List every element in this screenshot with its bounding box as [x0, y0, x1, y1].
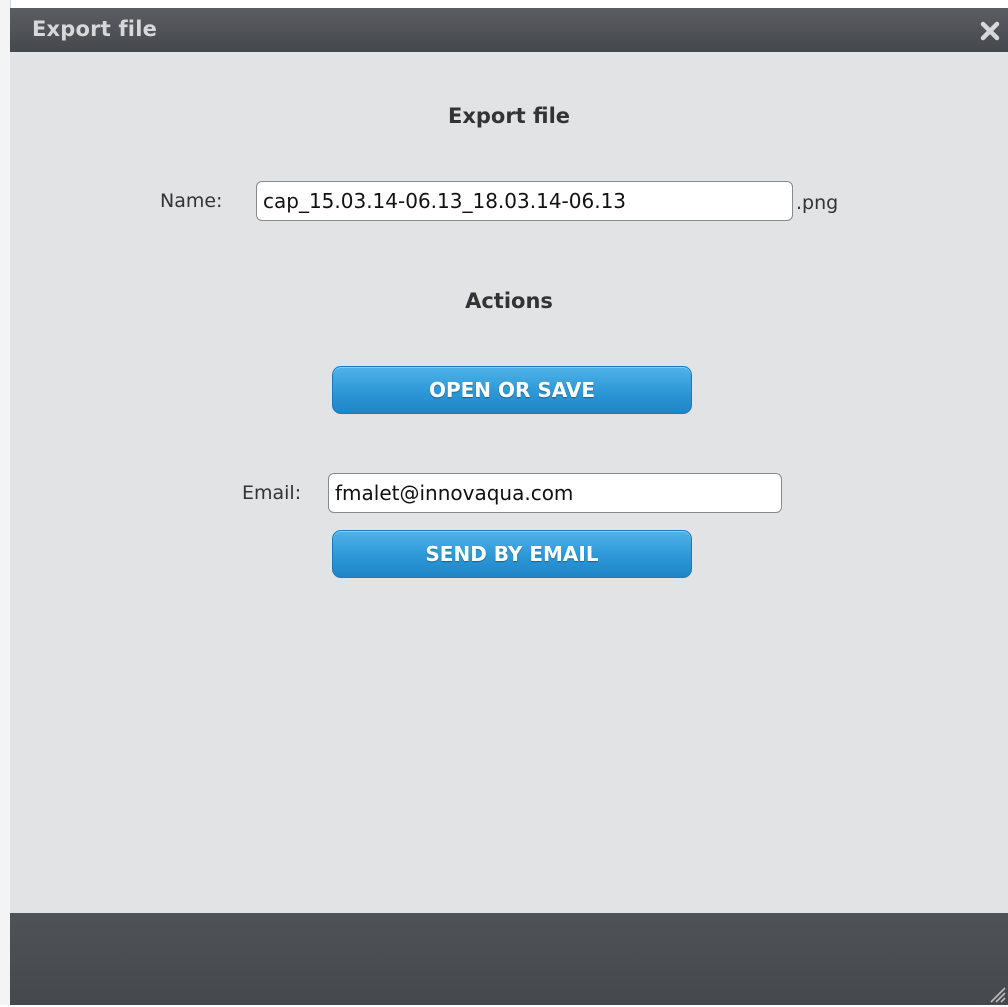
actions-heading: Actions [465, 289, 553, 313]
file-extension-label: .png [796, 192, 839, 214]
open-or-save-button[interactable]: OPEN OR SAVE [332, 366, 692, 414]
name-label: Name: [160, 190, 223, 212]
dialog-footer [10, 913, 1008, 1005]
close-button[interactable] [978, 19, 1002, 43]
export-file-dialog: Export file Export file Name: .png Actio… [10, 8, 1008, 1005]
dialog-titlebar[interactable]: Export file [10, 8, 1008, 52]
file-name-input[interactable] [256, 181, 793, 221]
resize-grip-icon[interactable] [986, 983, 1006, 1003]
send-by-email-button[interactable]: SEND BY EMAIL [332, 530, 692, 578]
export-file-heading: Export file [447, 104, 571, 128]
dialog-title: Export file [32, 17, 158, 41]
email-input[interactable] [328, 473, 782, 513]
email-label: Email: [242, 482, 302, 504]
close-icon [980, 21, 1000, 41]
